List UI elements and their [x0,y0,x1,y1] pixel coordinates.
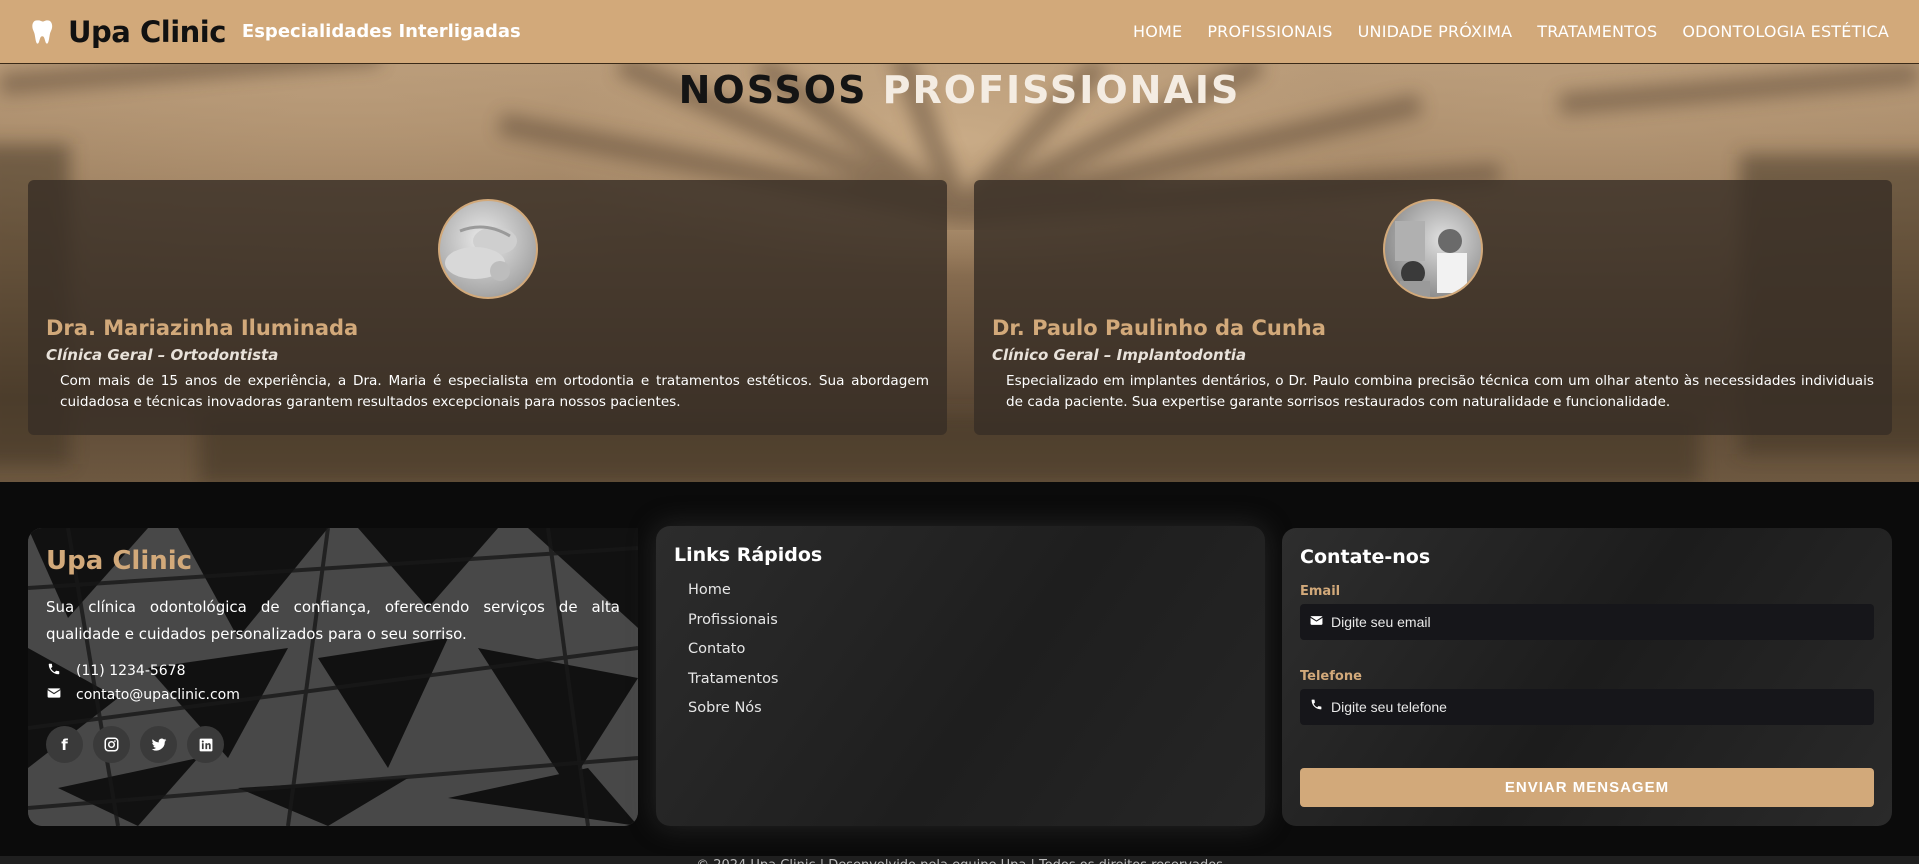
quick-link-contato[interactable]: Contato [688,641,779,671]
section-title-dark: NOSSOS [678,68,868,112]
twitter-icon[interactable] [140,726,177,763]
professional-description: Com mais de 15 anos de experiência, a Dr… [60,373,929,410]
main-nav: HOME PROFISSIONAIS UNIDADE PRÓXIMA TRATA… [1133,22,1889,41]
professional-name: Dra. Mariazinha Iluminada [46,316,359,340]
email-label: Email [1300,584,1341,599]
email-field[interactable] [1331,614,1864,630]
navbar: Upa Clinic Especialidades Interligadas H… [0,0,1919,64]
envelope-icon [46,687,62,703]
avatar [1383,199,1483,299]
nav-link-tratamentos[interactable]: TRATAMENTOS [1537,22,1657,41]
footer-email: contato@upaclinic.com [46,687,240,703]
nav-link-odontologia-estetica[interactable]: ODONTOLOGIA ESTÉTICA [1682,22,1889,41]
linkedin-icon[interactable] [187,726,224,763]
quick-links-title: Links Rápidos [674,544,823,566]
professional-card: Dr. Paulo Paulinho da Cunha Clínico Gera… [974,180,1892,435]
quick-link-tratamentos[interactable]: Tratamentos [688,671,779,701]
phone-label: Telefone [1300,669,1362,684]
nav-link-home[interactable]: HOME [1133,22,1182,41]
envelope-icon [1310,613,1323,631]
professional-card: Dra. Mariazinha Iluminada Clínica Geral … [28,180,947,435]
phone-icon [1310,698,1323,716]
copyright: © 2024 Upa Clinic | Desenvolvido pela eq… [0,856,1919,864]
nav-link-unidade-proxima[interactable]: UNIDADE PRÓXIMA [1358,22,1513,41]
phone-field[interactable] [1331,699,1864,715]
professional-description: Especializado em implantes dentários, o … [1006,373,1874,410]
contact-form-title: Contate-nos [1300,546,1431,568]
brand-name: Upa Clinic [68,14,226,49]
professional-name: Dr. Paulo Paulinho da Cunha [992,316,1326,340]
footer-phone: (11) 1234-5678 [46,662,186,680]
footer-about: Upa Clinic Sua clínica odontológica de c… [28,528,638,826]
brand-tagline: Especialidades Interligadas [241,21,521,42]
footer-about-text: Sua clínica odontológica de confiança, o… [46,598,620,643]
section-title: NOSSOS PROFISSIONAIS [0,68,1919,112]
footer-email-text[interactable]: contato@upaclinic.com [76,687,240,703]
footer-phone-text: (11) 1234-5678 [76,663,186,679]
quick-link-home[interactable]: Home [688,582,779,612]
brand[interactable]: Upa Clinic Especialidades Interligadas [30,15,521,49]
send-message-button[interactable]: ENVIAR MENSAGEM [1300,768,1874,807]
tooth-icon [32,19,53,44]
phone-icon [46,662,62,680]
phone-field-wrapper [1300,689,1874,725]
facebook-icon[interactable]: f [46,726,83,763]
professional-role: Clínico Geral – Implantodontia [992,346,1247,364]
professionals-section: NOSSOS PROFISSIONAIS Dra. Mariazinha Ilu… [0,64,1919,482]
email-field-wrapper [1300,604,1874,640]
quick-links-list: Home Profissionais Contato Tratamentos S… [688,582,779,730]
footer-contact-form: Contate-nos Email Telefone ENVIAR MENSAG… [1282,528,1892,826]
social-links: f [46,726,224,763]
nav-link-profissionais[interactable]: PROFISSIONAIS [1207,22,1332,41]
avatar [437,199,538,299]
quick-link-profissionais[interactable]: Profissionais [688,612,779,642]
professional-role: Clínica Geral – Ortodontista [46,346,279,364]
quick-link-sobre-nos[interactable]: Sobre Nós [688,700,779,730]
footer: Upa Clinic Sua clínica odontológica de c… [0,482,1919,864]
instagram-icon[interactable] [93,726,130,763]
footer-brand-title: Upa Clinic [46,546,193,576]
section-title-light: PROFISSIONAIS [882,68,1241,112]
footer-quick-links: Links Rápidos Home Profissionais Contato… [656,526,1265,826]
